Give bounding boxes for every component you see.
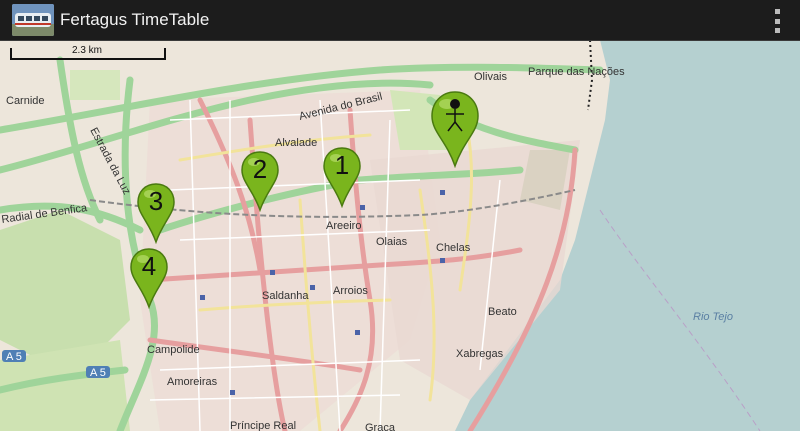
marker-label: 1 (334, 150, 350, 180)
highway-shield: A 5 (90, 367, 106, 379)
app-title: Fertagus TimeTable (60, 10, 210, 29)
map-scale-bar: 2.3 km (10, 45, 170, 64)
place-label: Areeiro (326, 220, 361, 232)
action-bar: Fertagus TimeTable (0, 0, 800, 41)
user-location-marker[interactable] (430, 90, 480, 168)
marker-label: 4 (141, 251, 157, 281)
place-label: Arroios (333, 285, 368, 297)
place-label: Carnide (6, 95, 45, 107)
place-label: Chelas (436, 242, 471, 254)
station-marker-3[interactable]: 3 (137, 182, 179, 244)
place-label: Beato (488, 306, 517, 318)
river-label: Rio Tejo (693, 311, 733, 323)
station-marker-2[interactable]: 2 (241, 150, 283, 212)
app-icon (12, 4, 54, 36)
person-icon (431, 91, 479, 168)
map-view[interactable]: Carnide Olivais Parque das Nações Alvala… (0, 40, 800, 431)
station-marker-4[interactable]: 4 (130, 247, 172, 309)
place-label: Alvalade (275, 137, 317, 149)
place-label: Graça (365, 422, 396, 431)
station-marker-1[interactable]: 1 (323, 146, 365, 208)
place-label: Campolide (147, 344, 200, 356)
marker-label: 3 (148, 186, 164, 216)
place-label: Olivais (474, 71, 508, 83)
overflow-menu-icon[interactable] (772, 9, 782, 33)
place-label: Amoreiras (167, 376, 218, 388)
place-label: Príncipe Real (230, 420, 296, 431)
place-label: Xabregas (456, 348, 504, 360)
scale-label: 2.3 km (72, 45, 103, 56)
place-label: Olaias (376, 236, 408, 248)
highway-shield: A 5 (6, 351, 22, 363)
marker-label: 2 (252, 154, 268, 184)
place-label: Parque das Nações (528, 66, 625, 78)
place-label: Saldanha (262, 290, 309, 302)
